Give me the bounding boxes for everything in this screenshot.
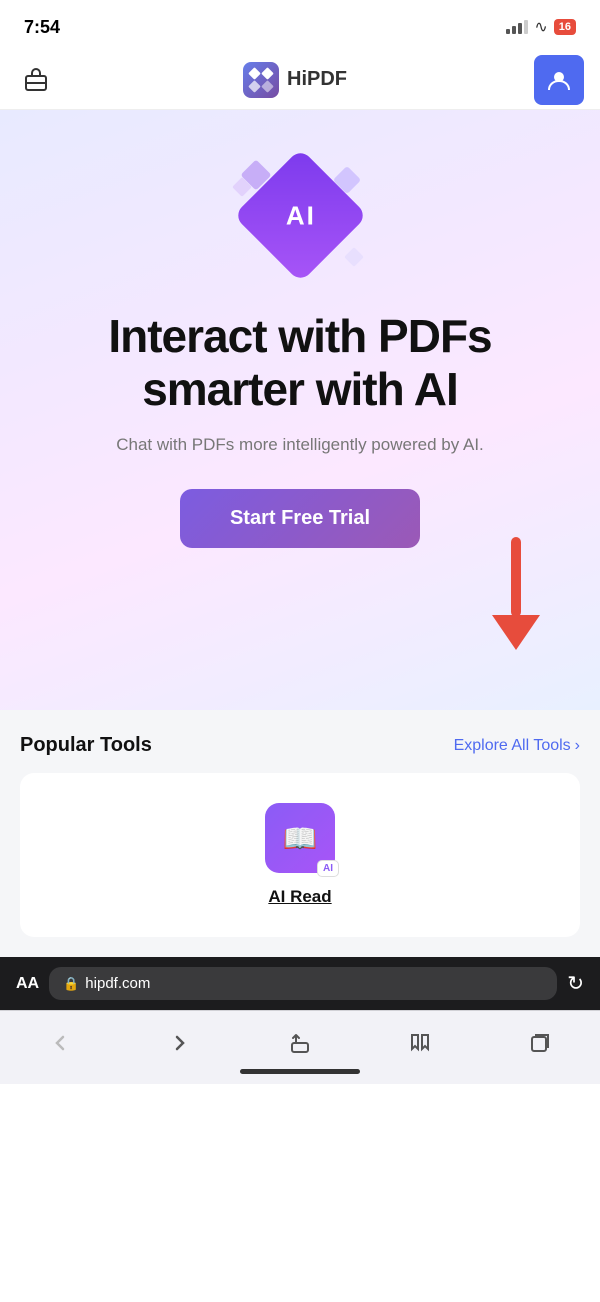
hero-title: Interact with PDFs smarter with AI [20, 310, 580, 416]
toolbox-icon [22, 66, 50, 94]
bookmarks-button[interactable] [400, 1025, 440, 1061]
status-time: 7:54 [24, 17, 60, 38]
browser-url-pill[interactable]: 🔒 hipdf.com [49, 967, 557, 1000]
url-text: hipdf.com [85, 975, 150, 992]
tool-name-ai-read: AI Read [268, 887, 331, 907]
profile-icon [545, 66, 573, 94]
start-free-trial-button[interactable]: Start Free Trial [180, 489, 420, 548]
tabs-button[interactable] [520, 1025, 560, 1061]
signal-icon [506, 20, 528, 34]
ai-text-hero: AI [285, 200, 315, 231]
logo-icon [243, 62, 279, 98]
hero-subtitle: Chat with PDFs more intelligently powere… [20, 432, 580, 458]
back-icon [48, 1031, 72, 1055]
tool-card-ai-read[interactable]: 📖 AI AI Read [20, 773, 580, 937]
forward-icon [168, 1031, 192, 1055]
tools-header: Popular Tools Explore All Tools › [20, 734, 580, 757]
home-indicator [240, 1069, 360, 1074]
nav-bar: HiPDF [0, 50, 600, 110]
share-button[interactable] [280, 1025, 320, 1061]
deco-diamond-br [344, 247, 364, 267]
tabs-icon [528, 1031, 552, 1055]
back-button[interactable] [40, 1025, 80, 1061]
share-icon [288, 1031, 312, 1055]
hero-section: AI Interact with PDFs smarter with AI Ch… [0, 110, 600, 710]
bottom-nav [0, 1010, 600, 1069]
browser-aa-button[interactable]: AA [16, 975, 39, 993]
status-bar: 7:54 ∿ 16 [0, 0, 600, 50]
browser-bar: AA 🔒 hipdf.com ↻ [0, 957, 600, 1010]
red-arrow-container [492, 537, 540, 650]
battery-indicator: 16 [554, 19, 576, 35]
forward-button[interactable] [160, 1025, 200, 1061]
toolbox-button[interactable] [16, 60, 56, 100]
home-bar [0, 1069, 600, 1084]
bookmarks-icon [408, 1031, 432, 1055]
status-icons: ∿ 16 [506, 17, 576, 37]
tools-section-title: Popular Tools [20, 734, 152, 757]
hero-logo-container: AI [20, 150, 580, 280]
arrow-shaft [511, 537, 521, 617]
profile-button[interactable] [534, 55, 584, 105]
tool-icon-ai-read: 📖 AI [265, 803, 335, 873]
hipdf-logo[interactable]: HiPDF [243, 62, 347, 98]
book-icon: 📖 [283, 822, 318, 855]
tools-section: Popular Tools Explore All Tools › 📖 AI A… [0, 710, 600, 957]
lock-icon: 🔒 [63, 976, 79, 992]
logo-diamond-svg [248, 67, 274, 93]
explore-all-tools-link[interactable]: Explore All Tools › [454, 737, 580, 755]
logo-text: HiPDF [287, 68, 347, 91]
chevron-right-icon: › [575, 737, 580, 755]
reload-icon[interactable]: ↻ [567, 971, 584, 996]
arrow-head [492, 615, 540, 650]
red-arrow [492, 537, 540, 650]
ai-badge: AI [317, 860, 339, 877]
hero-logo: AI [235, 150, 365, 280]
wifi-icon: ∿ [534, 17, 547, 37]
